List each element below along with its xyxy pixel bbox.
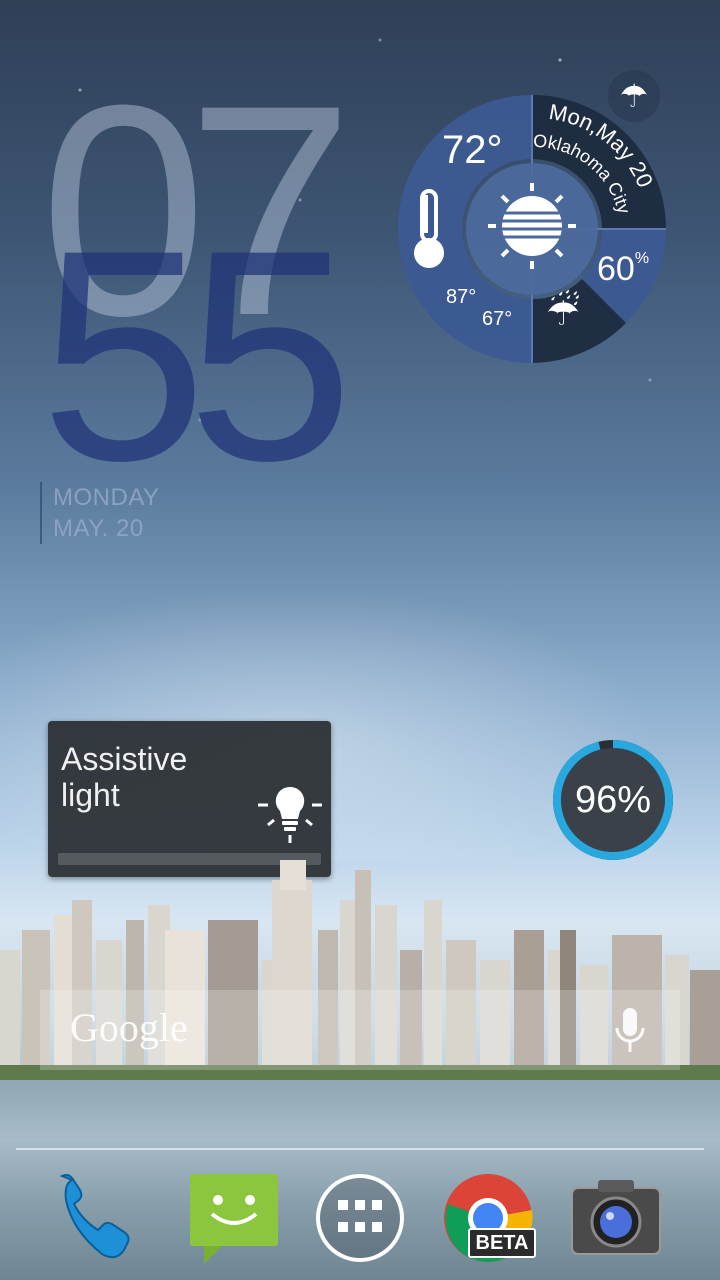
date-block: MONDAY MAY. 20 [40,482,160,544]
low-temperature: 67° [482,308,513,330]
phone-icon[interactable] [52,1170,148,1266]
high-temperature: 87° [446,286,477,308]
weather-widget[interactable]: Mon,May 20 Oklahoma City [398,95,666,363]
assistive-light-label: Assistive light [61,741,188,813]
current-temperature: 72° [442,128,503,172]
google-logo[interactable]: Google [70,1004,188,1051]
beta-badge: BETA [468,1228,536,1258]
date-label: MAY. 20 [53,515,144,542]
chrome-beta-app[interactable]: BETA [440,1170,536,1266]
dock-divider [16,1148,704,1150]
assistive-light-widget[interactable]: Assistive light [48,721,331,877]
rain-umbrella-icon: ☔ [546,292,581,334]
lightbulb-icon[interactable] [254,773,326,845]
apps-grid-icon[interactable] [312,1170,408,1266]
weekday-label: MONDAY [53,484,160,511]
google-search-bar[interactable]: Google [40,990,680,1070]
message-icon[interactable] [186,1170,282,1266]
mic-icon[interactable] [610,1006,650,1056]
battery-percent: 96% [574,779,652,821]
camera-icon[interactable] [568,1170,664,1266]
humidity-value: 60% [597,250,650,288]
clock-minute[interactable]: 55 [40,205,354,505]
